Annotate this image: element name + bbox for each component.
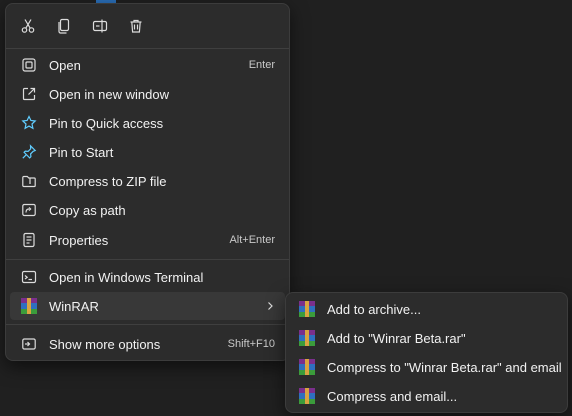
submenu-item-add-to-rar[interactable]: Add to "Winrar Beta.rar" [290, 324, 563, 352]
menu-item-label: Open [49, 57, 81, 73]
shortcut-label: Shift+F10 [227, 338, 275, 350]
menu-item-label: Copy as path [49, 202, 126, 218]
menu-item-label: Show more options [49, 336, 161, 352]
shortcut-label: Alt+Enter [229, 234, 275, 246]
separator [6, 324, 289, 325]
submenu-item-label: Compress and email... [327, 388, 458, 404]
menu-item-label: Pin to Quick access [49, 115, 164, 131]
winrar-icon [298, 329, 316, 347]
submenu-item-compress-email[interactable]: Compress and email... [290, 382, 563, 410]
submenu-item-label: Compress to "Winrar Beta.rar" and email [327, 359, 562, 375]
menu-item-label: Open in new window [49, 86, 169, 102]
menu-item-open-new-window[interactable]: Open in new window [10, 80, 285, 108]
submenu-item-label: Add to archive... [327, 301, 421, 317]
separator [6, 259, 289, 260]
shortcut-label: Enter [248, 59, 275, 71]
terminal-icon [20, 268, 38, 286]
copy-path-icon [20, 201, 38, 219]
delete-icon [130, 19, 142, 33]
cut-button[interactable] [14, 12, 42, 40]
winrar-submenu: Add to archive... Add to "Winrar Beta.ra… [285, 292, 568, 413]
menu-item-open-terminal[interactable]: Open in Windows Terminal [10, 263, 285, 291]
menu-item-compress-zip[interactable]: Compress to ZIP file [10, 167, 285, 195]
menu-item-pin-quick-access[interactable]: Pin to Quick access [10, 109, 285, 137]
winrar-icon [20, 297, 38, 315]
menu-item-label: WinRAR [49, 298, 99, 314]
open-icon [20, 56, 38, 74]
submenu-item-add-to-archive[interactable]: Add to archive... [290, 295, 563, 323]
zip-icon [20, 172, 38, 190]
copy-icon [58, 18, 70, 34]
winrar-icon [298, 358, 316, 376]
separator [6, 48, 289, 49]
menu-item-show-more-options[interactable]: Show more options Shift+F10 [10, 330, 285, 358]
menu-item-pin-start[interactable]: Pin to Start [10, 138, 285, 166]
cut-icon [21, 19, 35, 33]
menu-item-label: Properties [49, 232, 109, 248]
rename-button[interactable] [86, 12, 114, 40]
winrar-icon [298, 387, 316, 405]
pin-icon [20, 143, 38, 161]
submenu-item-compress-rar-email[interactable]: Compress to "Winrar Beta.rar" and email [290, 353, 563, 381]
winrar-icon [298, 300, 316, 318]
menu-item-label: Open in Windows Terminal [49, 269, 204, 285]
star-icon [20, 114, 38, 132]
copy-button[interactable] [50, 12, 78, 40]
properties-icon [20, 231, 38, 249]
quick-actions-bar [6, 4, 289, 46]
context-menu: Open Enter Open in new window Pin to Qui… [5, 3, 290, 361]
open-new-window-icon [20, 85, 38, 103]
menu-item-label: Compress to ZIP file [49, 173, 167, 189]
chevron-right-icon [265, 301, 275, 311]
menu-item-label: Pin to Start [49, 144, 114, 160]
menu-item-winrar[interactable]: WinRAR [10, 292, 285, 320]
menu-item-copy-path[interactable]: Copy as path [10, 196, 285, 224]
delete-button[interactable] [122, 12, 150, 40]
desktop-background: Open Enter Open in new window Pin to Qui… [0, 0, 572, 416]
submenu-item-label: Add to "Winrar Beta.rar" [327, 330, 466, 346]
more-options-icon [20, 335, 38, 353]
menu-item-open[interactable]: Open Enter [10, 51, 285, 79]
rename-icon [92, 19, 108, 33]
menu-item-properties[interactable]: Properties Alt+Enter [10, 226, 285, 254]
